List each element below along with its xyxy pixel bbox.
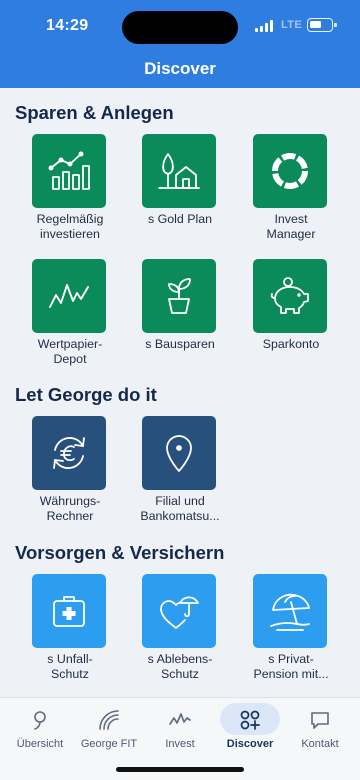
tab-label: Invest (165, 738, 195, 750)
tile-label: s Ablebens- Schutz (147, 652, 213, 681)
tile-sparkonto[interactable]: Sparkonto (236, 259, 346, 359)
tile-s-ablebens-schutz[interactable]: s Ablebens- Schutz (125, 574, 235, 681)
tab-label: George FIT (80, 738, 138, 750)
overview-icon (34, 711, 46, 730)
location-pin-icon (142, 416, 216, 490)
tile-s-unfall-schutz[interactable]: s Unfall- Schutz (15, 574, 125, 681)
status-time: 14:29 (46, 17, 89, 34)
first-aid-kit-icon (32, 574, 106, 648)
tile-s-privat-pension[interactable]: s Privat- Pension mit... (236, 574, 346, 681)
tile-waehrungsrechner[interactable]: Währungs- Rechner (15, 416, 125, 523)
tile-wertpapier-depot[interactable]: Wertpapier- Depot (15, 259, 125, 366)
tile-filial-bankomatsuche[interactable]: Filial und Bankomatsu... (125, 416, 235, 523)
tile-regelmaessig-investieren[interactable]: Regelmäßig investieren (15, 134, 125, 241)
signal-icon (255, 20, 275, 32)
tab-george-fit[interactable]: George FIT (73, 698, 145, 758)
beach-umbrella-icon (253, 574, 327, 648)
tile-label: s Unfall- Schutz (47, 652, 93, 681)
tile-label: Wertpapier- Depot (37, 337, 103, 366)
chat-icon (311, 712, 329, 729)
tab-kontakt[interactable]: Kontakt (284, 698, 356, 758)
piggy-bank-icon (253, 259, 327, 333)
dynamic-island (122, 11, 238, 44)
heart-umbrella-icon (142, 574, 216, 648)
section-title-let-george-do-it: Let George do it (15, 384, 157, 405)
tab-label: Kontakt (301, 738, 339, 750)
discover-icon (240, 710, 260, 730)
plant-pot-icon (142, 259, 216, 333)
chart-growth-icon (32, 134, 106, 208)
network-type: LTE (281, 19, 303, 31)
tile-s-gold-plan[interactable]: s Gold Plan (125, 134, 235, 234)
currency-exchange-icon (32, 416, 106, 490)
tile-label: s Gold Plan (147, 212, 213, 226)
fit-icon (99, 710, 119, 730)
home-indicator (116, 767, 244, 772)
invest-icon (169, 713, 191, 725)
section-title-sparen-anlegen: Sparen & Anlegen (15, 102, 174, 123)
ring-chart-icon (253, 134, 327, 208)
tile-label: Filial und Bankomatsu... (140, 494, 220, 523)
tile-label: Sparkonto (262, 337, 320, 351)
tile-invest-manager[interactable]: Invest Manager (236, 134, 346, 241)
tab-label: Übersicht (16, 738, 64, 750)
tab-discover[interactable]: Discover (214, 698, 286, 758)
tile-label: Währungs- Rechner (39, 494, 101, 523)
tab-label: Discover (226, 738, 274, 750)
status-bar: 14:29 LTE (0, 0, 360, 52)
tile-label: Invest Manager (266, 212, 316, 241)
tab-uebersicht[interactable]: Übersicht (4, 698, 76, 758)
app-header: 14:29 LTE Discover (0, 0, 360, 88)
stock-line-icon (32, 259, 106, 333)
section-title-vorsorgen-versichern: Vorsorgen & Versichern (15, 542, 225, 563)
tile-label: Regelmäßig investieren (36, 212, 104, 241)
tile-label: s Privat- Pension mit... (253, 652, 329, 681)
tree-house-icon (142, 134, 216, 208)
tile-s-bausparen[interactable]: s Bausparen (125, 259, 235, 359)
page-title: Discover (144, 59, 216, 78)
tile-label: s Bausparen (145, 337, 215, 351)
battery-icon (307, 18, 337, 32)
tab-invest[interactable]: Invest (144, 698, 216, 758)
